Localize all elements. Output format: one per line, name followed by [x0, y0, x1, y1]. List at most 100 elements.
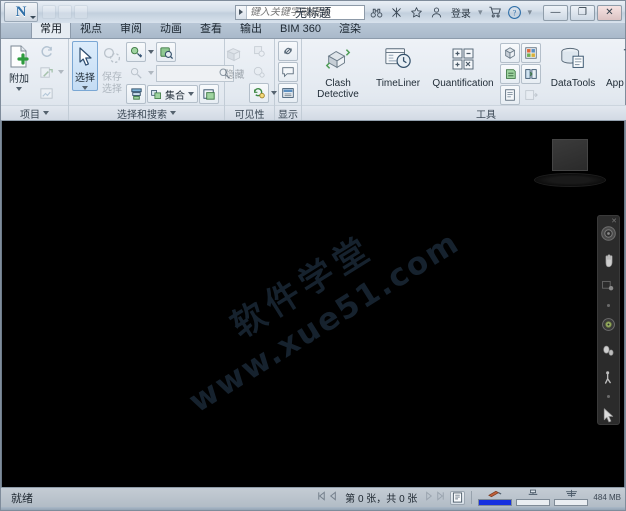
chevron-down-icon — [170, 111, 176, 115]
file-options-icon[interactable] — [36, 83, 56, 103]
tab-viewpoint[interactable]: 视点 — [71, 22, 111, 38]
find-items-icon[interactable] — [156, 42, 176, 62]
tab-home[interactable]: 常用 — [31, 21, 71, 38]
quick-access-toolbar[interactable] — [42, 5, 88, 19]
quick-find-icon[interactable] — [126, 63, 146, 83]
view-cube-box[interactable] — [552, 139, 588, 171]
next-sheet-icon[interactable] — [423, 490, 434, 505]
save-selection-icon — [100, 44, 124, 71]
reset-all-row[interactable] — [36, 62, 65, 82]
links-icon[interactable] — [278, 41, 298, 61]
user-account-icon[interactable] — [428, 4, 445, 21]
panel-label-project[interactable]: 项目 — [1, 105, 68, 121]
render-progress-gauge — [478, 490, 513, 506]
zoom-icon[interactable] — [599, 278, 618, 295]
quantification-button[interactable]: Quantification — [430, 41, 496, 89]
title-bar-right: 登录 ▾ ? ▾ — ❐ ✕ — [231, 1, 625, 23]
close-button[interactable]: ✕ — [597, 4, 622, 21]
unhide-all-icon[interactable] — [248, 83, 269, 103]
clash-detective-button[interactable]: Clash Detective — [310, 41, 366, 100]
refresh-icon[interactable] — [36, 41, 56, 61]
navbar-separator-2 — [607, 394, 610, 398]
chevron-down-icon[interactable] — [147, 43, 155, 61]
chevron-down-icon — [82, 86, 88, 90]
tab-view[interactable]: 查看 — [191, 22, 231, 38]
ribbon: 附加 项目 选择 保存 选择 集合 选择和搜索 隐藏 可见性 显示 Clash … — [1, 39, 626, 121]
qat-undo-icon[interactable] — [58, 5, 72, 19]
hide-button[interactable]: 隐藏 — [222, 41, 248, 81]
signin-button[interactable]: 登录 — [448, 5, 474, 20]
unhide-all-row[interactable] — [248, 83, 278, 103]
sheet-browser-icon[interactable] — [450, 490, 466, 505]
batch-utility-icon[interactable] — [500, 85, 520, 105]
hide-unselected-icon[interactable] — [249, 41, 269, 61]
quick-properties-icon[interactable] — [278, 62, 298, 82]
timeliner-icon — [383, 45, 413, 76]
maximize-button[interactable]: ❐ — [570, 4, 595, 21]
timeliner-button[interactable]: TimeLiner — [370, 41, 426, 89]
select-button[interactable]: 选择 — [72, 41, 98, 91]
orbit-icon[interactable] — [599, 316, 618, 333]
chevron-down-icon[interactable] — [57, 63, 65, 81]
tab-bim360[interactable]: BIM 360 — [271, 22, 330, 38]
help-icon[interactable]: ? — [506, 4, 523, 21]
favorites-star-icon[interactable] — [408, 4, 425, 21]
compare-icon[interactable] — [521, 64, 541, 84]
save-selection-button[interactable]: 保存 选择 — [100, 41, 124, 95]
select-same-icon[interactable] — [126, 42, 146, 62]
infocenter-separator-2: ▾ — [527, 6, 532, 17]
first-sheet-icon[interactable] — [316, 490, 327, 505]
steering-wheel-icon[interactable] — [599, 225, 618, 242]
tab-output[interactable]: 输出 — [231, 22, 271, 38]
tab-render[interactable]: 渲染 — [330, 22, 370, 38]
tab-animation[interactable]: 动画 — [151, 22, 191, 38]
search-dropdown-icon[interactable] — [235, 5, 247, 19]
scripter-icon[interactable] — [500, 64, 520, 84]
search-input[interactable] — [246, 6, 364, 18]
selection-tree-icon[interactable] — [126, 84, 146, 104]
3d-viewport[interactable]: 软件学堂 www.xue51.com ✕ — [1, 121, 625, 487]
datatools-button[interactable]: DataTools — [545, 41, 601, 89]
project-small-buttons — [36, 41, 65, 103]
cart-icon[interactable] — [486, 4, 503, 21]
view-cube[interactable] — [534, 139, 606, 191]
last-sheet-icon[interactable] — [435, 490, 446, 505]
select-arrow-icon — [73, 45, 97, 72]
subscription-icon[interactable] — [388, 4, 405, 21]
infocenter-search[interactable] — [234, 4, 365, 20]
app-manager-button[interactable]: App Manager — [605, 41, 626, 89]
animator-icon[interactable] — [521, 43, 541, 63]
binoculars-icon[interactable] — [368, 4, 385, 21]
panel-label-visibility[interactable]: 可见性 — [225, 105, 274, 121]
chevron-down-icon[interactable] — [147, 64, 155, 82]
watermark: 软件学堂 www.xue51.com — [159, 187, 466, 421]
require-icon[interactable] — [249, 62, 269, 82]
look-around-icon[interactable] — [599, 342, 618, 359]
pan-icon[interactable] — [599, 251, 618, 268]
application-menu-button[interactable]: N — [4, 2, 38, 22]
sets-dropdown[interactable]: 集合 — [147, 85, 198, 103]
select-cursor-icon[interactable] — [599, 407, 618, 424]
view-cube-compass-ring[interactable] — [534, 173, 606, 187]
qat-redo-icon[interactable] — [74, 5, 88, 19]
sheet-navigation-next — [423, 490, 446, 505]
tools-grid-row-2 — [500, 64, 541, 84]
qat-save-icon[interactable] — [42, 5, 56, 19]
attach-button[interactable]: 附加 — [4, 41, 34, 91]
prev-sheet-icon[interactable] — [328, 490, 339, 505]
panel-label-tools[interactable]: 工具 — [302, 105, 626, 121]
quantification-icon — [449, 45, 477, 76]
tab-review[interactable]: 审阅 — [111, 22, 151, 38]
panel-label-display[interactable]: 显示 — [275, 105, 301, 121]
switchback-icon[interactable] — [521, 85, 541, 105]
autodesk-rendering-icon[interactable] — [500, 43, 520, 63]
walk-icon[interactable] — [599, 369, 618, 386]
close-icon[interactable]: ✕ — [611, 217, 617, 225]
selection-inspector-icon[interactable] — [199, 84, 219, 104]
navigation-bar[interactable]: ✕ — [597, 215, 620, 425]
minimize-button[interactable]: — — [543, 4, 568, 21]
visibility-small-buttons — [248, 41, 278, 103]
reset-all-icon[interactable] — [36, 62, 56, 82]
panel-label-select-search[interactable]: 选择和搜索 — [69, 105, 224, 121]
properties-icon[interactable] — [278, 83, 298, 103]
